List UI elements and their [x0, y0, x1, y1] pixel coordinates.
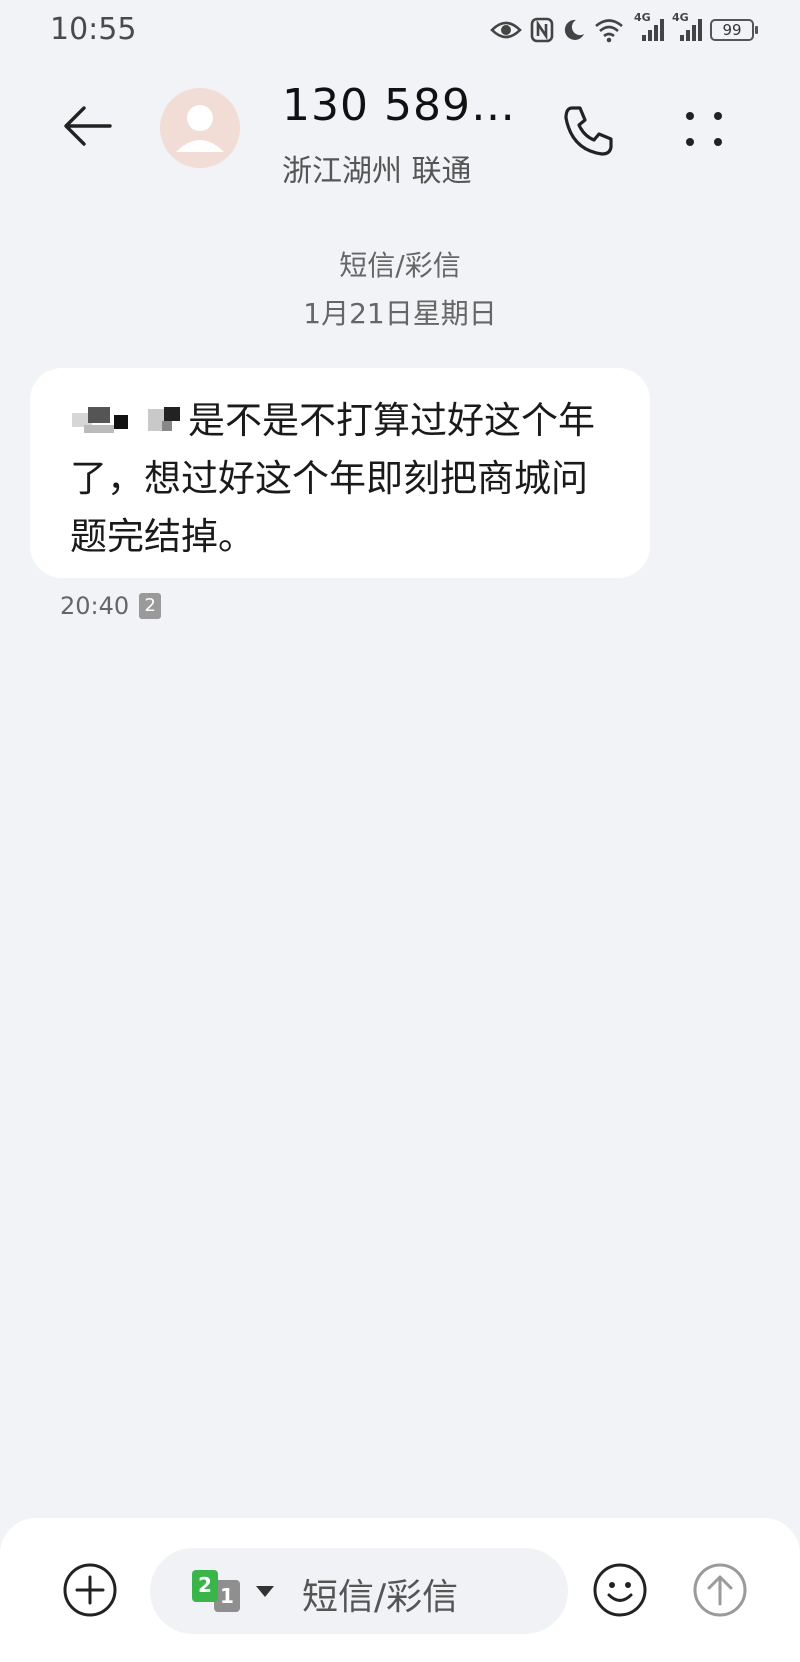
date-label: 1月21日星期日 [303, 297, 497, 330]
sim-badge: 2 [139, 593, 162, 619]
avatar[interactable] [160, 88, 240, 168]
avatar-icon [176, 105, 224, 152]
sim-select-icon[interactable]: 1 2 [192, 1570, 244, 1614]
phone-icon [564, 106, 613, 156]
dropdown-icon[interactable] [256, 1586, 274, 1597]
more-options-button[interactable] [680, 102, 730, 158]
redacted-mosaic [70, 401, 188, 439]
more-vertical-icon [686, 112, 722, 146]
message-type-label: 短信/彩信 [339, 249, 461, 282]
message-text-container: 是不是不打算过好这个年了，想过好这个年即刻把商城问题完结掉。 [70, 392, 610, 566]
message-time: 20:40 [60, 592, 130, 620]
signal-icon: 4G [672, 11, 702, 43]
eye-icon [490, 19, 522, 41]
send-button[interactable] [690, 1560, 750, 1620]
message-input[interactable]: 1 2 短信/彩信 [150, 1548, 568, 1634]
wifi-icon [594, 17, 626, 43]
emoji-button[interactable] [590, 1560, 650, 1620]
emoji-icon [593, 1563, 647, 1617]
add-circle-icon [63, 1563, 117, 1617]
nfc-icon [530, 17, 554, 43]
battery-icon: 99 [710, 19, 758, 41]
status-bar: 10:55 4G 4G 99 [0, 0, 800, 60]
incoming-message-bubble[interactable]: 是不是不打算过好这个年了，想过好这个年即刻把商城问题完结掉。 [30, 368, 650, 578]
back-arrow-icon [64, 106, 112, 146]
clock: 10:55 [50, 12, 137, 47]
add-attachment-button[interactable] [60, 1560, 120, 1620]
status-icons: 4G 4G 99 [490, 11, 758, 46]
back-button[interactable] [58, 96, 118, 156]
composer-bar: 1 2 短信/彩信 [0, 1518, 800, 1662]
call-button[interactable] [558, 100, 618, 160]
moon-icon [562, 18, 586, 42]
contact-location: 浙江湖州 联通 [282, 154, 472, 189]
conversation-header: 130 589… 浙江湖州 联通 [0, 70, 800, 190]
message-meta: 20:40 2 [60, 592, 162, 620]
signal-icon: 4G [634, 11, 664, 43]
contact-number: 130 589… [282, 80, 516, 131]
message-input-placeholder: 短信/彩信 [302, 1577, 459, 1618]
send-icon [693, 1563, 747, 1617]
